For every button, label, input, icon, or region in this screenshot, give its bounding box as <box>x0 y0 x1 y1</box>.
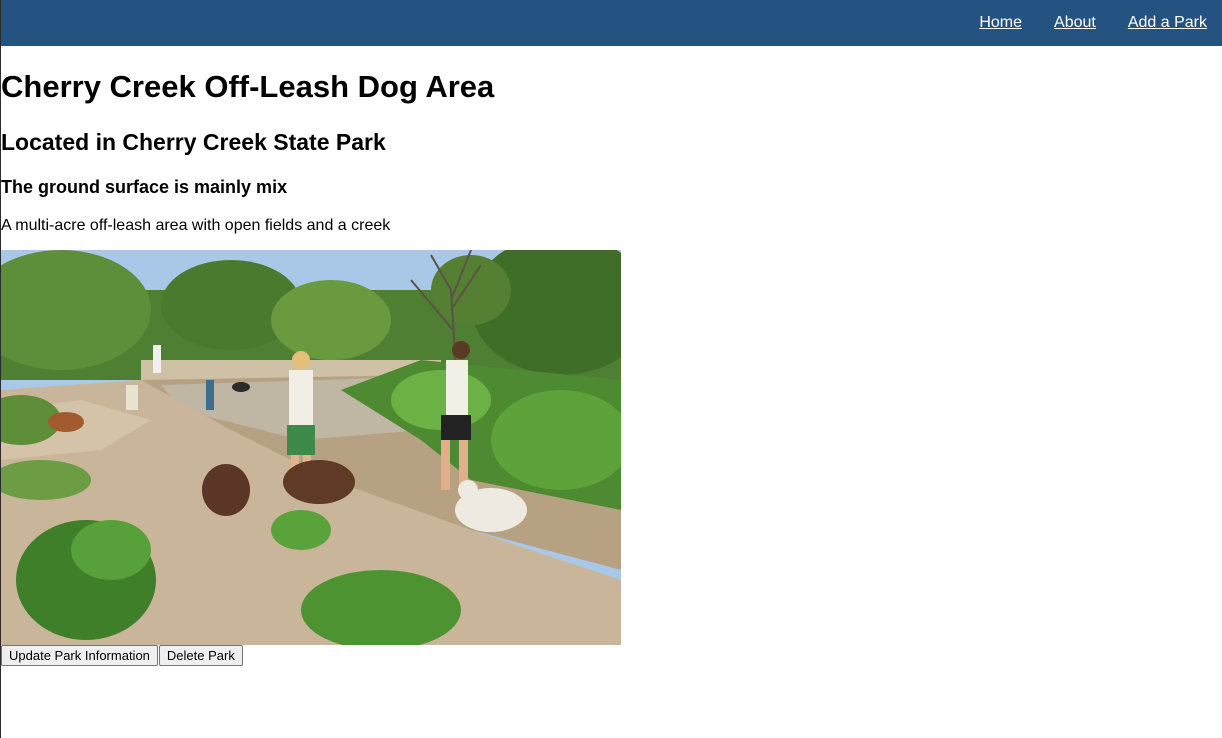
park-location: Located in Cherry Creek State Park <box>1 129 386 155</box>
nav-link-home[interactable]: Home <box>979 15 1022 31</box>
nav-link-about[interactable]: About <box>1054 15 1096 31</box>
park-photo <box>1 250 621 645</box>
park-description: A multi-acre off-leash area with open fi… <box>1 217 391 234</box>
nav-link-add-park[interactable]: Add a Park <box>1128 15 1207 31</box>
update-park-button[interactable]: Update Park Information <box>1 645 158 666</box>
delete-park-button[interactable]: Delete Park <box>158 645 243 666</box>
park-title: Cherry Creek Off-Leash Dog Area <box>1 69 495 104</box>
top-navbar: Home About Add a Park <box>1 0 1222 46</box>
park-surface: The ground surface is mainly mix <box>1 177 288 197</box>
park-actions: Update Park Information Delete Park <box>1 645 243 666</box>
